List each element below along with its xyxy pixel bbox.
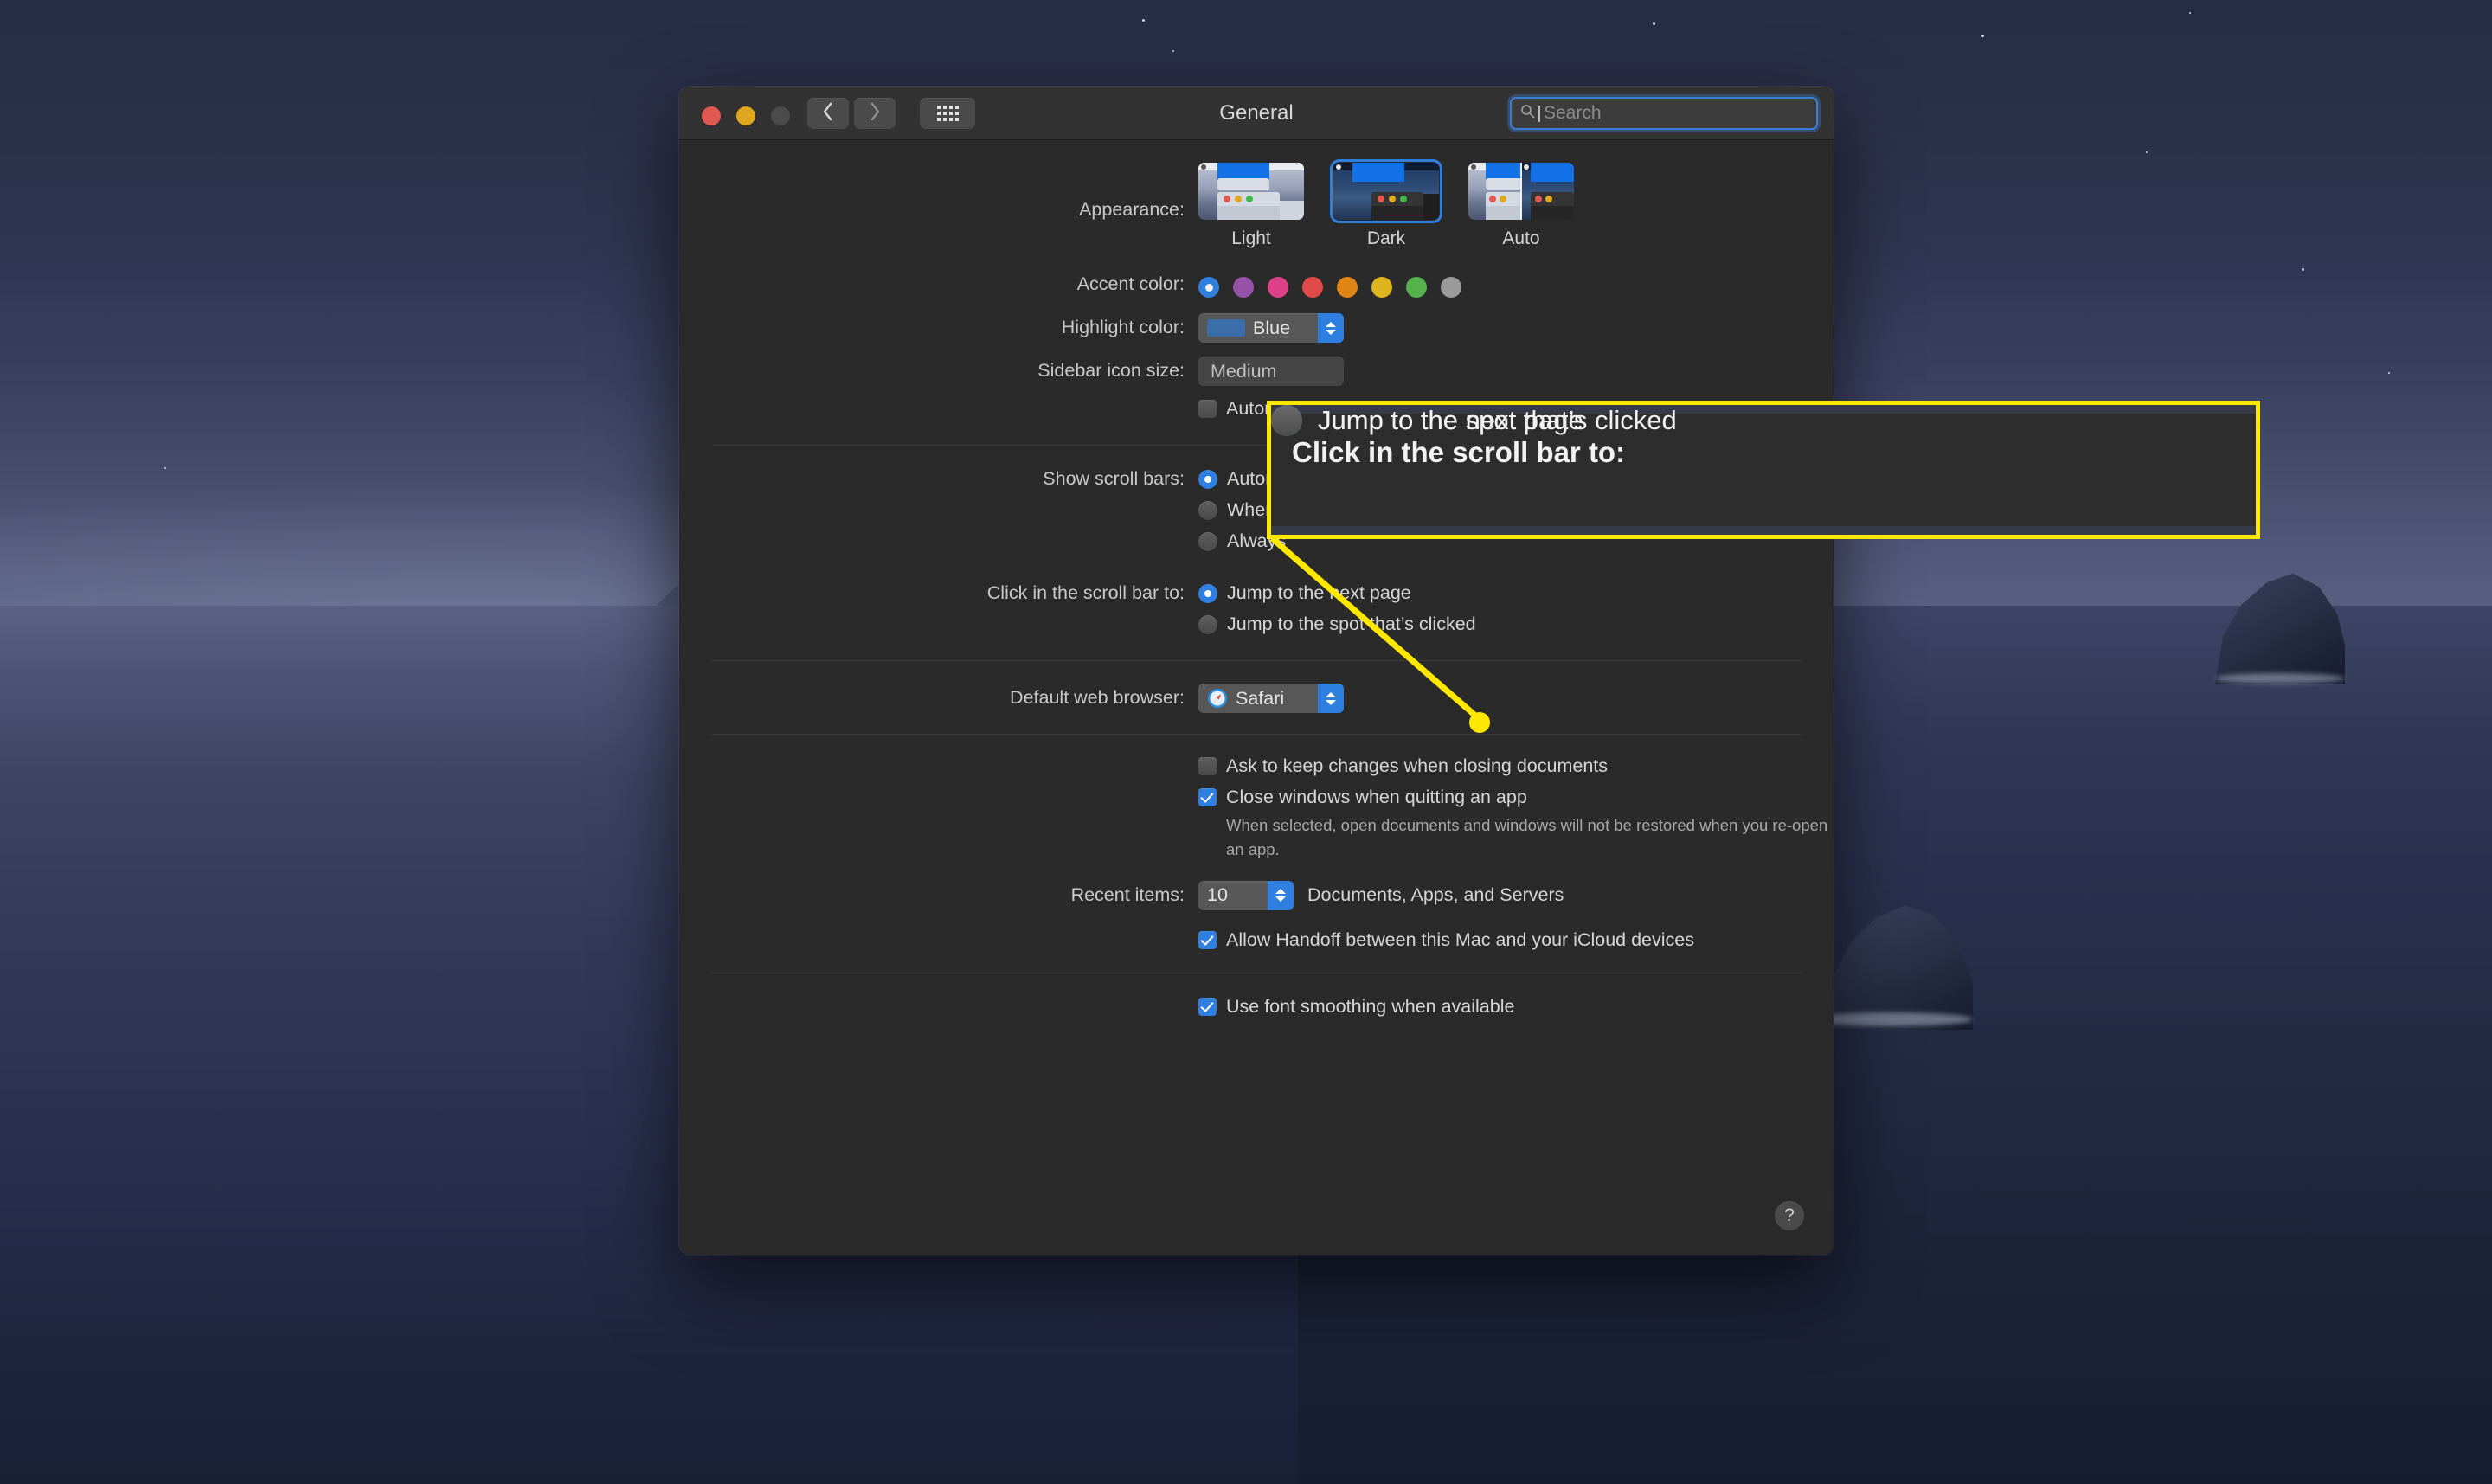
handoff-row: Allow Handoff between this Mac and your … [679,910,1834,960]
scrollbar-always-radio[interactable] [1198,531,1217,551]
chevron-updown-icon[interactable] [1318,684,1344,713]
accent-color-label: Accent color: [1076,273,1185,294]
light-appearance-thumbnail [1198,163,1304,220]
chevron-updown-icon[interactable] [1318,313,1344,343]
accent-swatch-orange[interactable] [1337,277,1358,298]
callout-stripe-bottom [1271,526,2256,535]
appearance-label: Appearance: [1079,199,1185,220]
documents-options-row: Ask to keep changes when closing documen… [679,735,1834,862]
click-scroll-bar-row: Click in the scroll bar to: Jump to the … [679,562,1834,645]
scrollbar-when-scrolling-radio[interactable] [1198,500,1217,520]
close-windows-option[interactable]: Close windows when quitting an app [1198,787,1834,808]
appearance-label-dark: Dark [1366,228,1406,248]
recent-items-suffix: Documents, Apps, and Servers [1307,884,1564,905]
appearance-label-light: Light [1231,228,1271,248]
text-caret [1538,105,1540,122]
dark-appearance-thumbnail [1330,159,1442,223]
system-preferences-window: General Search Appearance: Light Dark Au… [679,87,1834,1255]
font-smoothing-label: Use font smoothing when available [1226,995,1515,1017]
accent-swatch-red[interactable] [1302,277,1323,298]
accent-swatch-purple[interactable] [1233,277,1254,298]
accent-swatch-yellow[interactable] [1371,277,1392,298]
accent-swatch-blue[interactable] [1198,277,1219,298]
search-input[interactable]: Search [1510,97,1818,130]
highlight-color-label: Highlight color: [1061,317,1185,337]
appearance-option-dark[interactable]: Dark [1330,159,1442,249]
help-button[interactable]: ? [1775,1201,1804,1230]
question-mark-icon: ? [1784,1205,1795,1225]
menubar-autohide-checkbox[interactable] [1198,400,1217,418]
wallpaper-foam [2215,673,2345,684]
ask-keep-changes-label: Ask to keep changes when closing documen… [1226,755,1609,776]
highlight-color-chip [1207,319,1245,337]
accent-swatch-green[interactable] [1406,277,1427,298]
click-scroll-next-page-label: Jump to the next page [1227,582,1411,603]
sidebar-icon-size-popup[interactable]: Medium [1198,357,1344,386]
search-icon [1520,104,1535,123]
callout-label: Click in the scroll bar to: [1292,436,1626,468]
search-field-wrapper: Search [1510,97,1818,130]
font-smoothing-checkbox[interactable] [1198,997,1217,1016]
appearance-option-auto[interactable]: Auto [1468,163,1574,249]
ask-keep-changes-option[interactable]: Ask to keep changes when closing documen… [1198,755,1834,777]
click-scroll-bar-label: Click in the scroll bar to: [986,582,1185,603]
default-browser-label: Default web browser: [1010,687,1185,708]
accent-swatch-pink[interactable] [1268,277,1288,298]
handoff-option[interactable]: Allow Handoff between this Mac and your … [1198,929,1834,951]
font-smoothing-row: Use font smoothing when available [679,973,1834,1027]
default-browser-value: Safari [1236,687,1285,709]
appearance-option-light[interactable]: Light [1198,163,1304,249]
ask-keep-changes-checkbox[interactable] [1198,757,1217,775]
recent-items-label: Recent items: [1070,883,1185,905]
default-browser-row: Default web browser: Safari [679,661,1834,713]
sidebar-icon-size-label: Sidebar icon size: [1037,360,1185,381]
close-windows-checkbox[interactable] [1198,788,1217,806]
accent-color-row: Accent color: [679,249,1834,298]
search-placeholder: Search [1544,103,1602,123]
highlight-color-popup[interactable]: Blue [1198,313,1344,343]
font-smoothing-option[interactable]: Use font smoothing when available [1198,996,1834,1018]
recent-items-value: 10 [1207,884,1228,905]
click-scroll-option-spot-clicked[interactable]: Jump to the spot that’s clicked [1198,614,1834,635]
handoff-checkbox[interactable] [1198,930,1217,949]
accent-swatch-graphite[interactable] [1441,277,1461,298]
callout-spot-clicked-radio[interactable] [1271,405,1302,436]
safari-compass-icon [1207,688,1228,709]
preferences-content: Appearance: Light Dark Auto Accent color… [679,140,1834,1255]
click-scroll-next-page-radio[interactable] [1198,583,1217,603]
scrollbar-auto-radio[interactable] [1198,469,1217,489]
appearance-label-auto: Auto [1502,228,1540,248]
handoff-label: Allow Handoff between this Mac and your … [1226,928,1694,950]
click-scroll-spot-clicked-label: Jump to the spot that’s clicked [1227,614,1476,634]
show-scroll-bars-label: Show scroll bars: [1043,468,1185,489]
close-windows-label: Close windows when quitting an app [1226,787,1527,807]
chevron-updown-icon[interactable] [1268,880,1294,910]
close-windows-hint: When selected, open documents and window… [1226,816,1828,858]
callout-option-spot-clicked[interactable]: Jump to the spot that’s clicked [1271,405,1677,436]
highlight-color-row: Highlight color: Blue [679,298,1834,343]
sidebar-icon-size-row: Sidebar icon size: Medium [679,343,1834,386]
recent-items-row: Recent items: 10 Documents, Apps, and Se… [679,862,1834,910]
appearance-row: Appearance: Light Dark Auto [679,140,1834,249]
callout-spot-clicked-label: Jump to the spot that’s clicked [1318,405,1677,435]
recent-items-stepper[interactable]: 10 [1198,880,1294,910]
window-titlebar: General Search [679,87,1834,140]
auto-appearance-thumbnail [1468,163,1574,220]
accent-color-swatches [1198,273,1834,298]
click-scroll-spot-clicked-radio[interactable] [1198,614,1217,634]
default-browser-popup[interactable]: Safari [1198,684,1344,713]
click-scroll-option-next-page[interactable]: Jump to the next page [1198,582,1834,604]
highlight-color-value: Blue [1253,317,1291,338]
sidebar-icon-size-value: Medium [1211,360,1277,382]
appearance-options: Light Dark Auto [1198,159,1834,249]
zoom-callout-box: Click in the scroll bar to: Jump to the … [1267,401,2260,539]
